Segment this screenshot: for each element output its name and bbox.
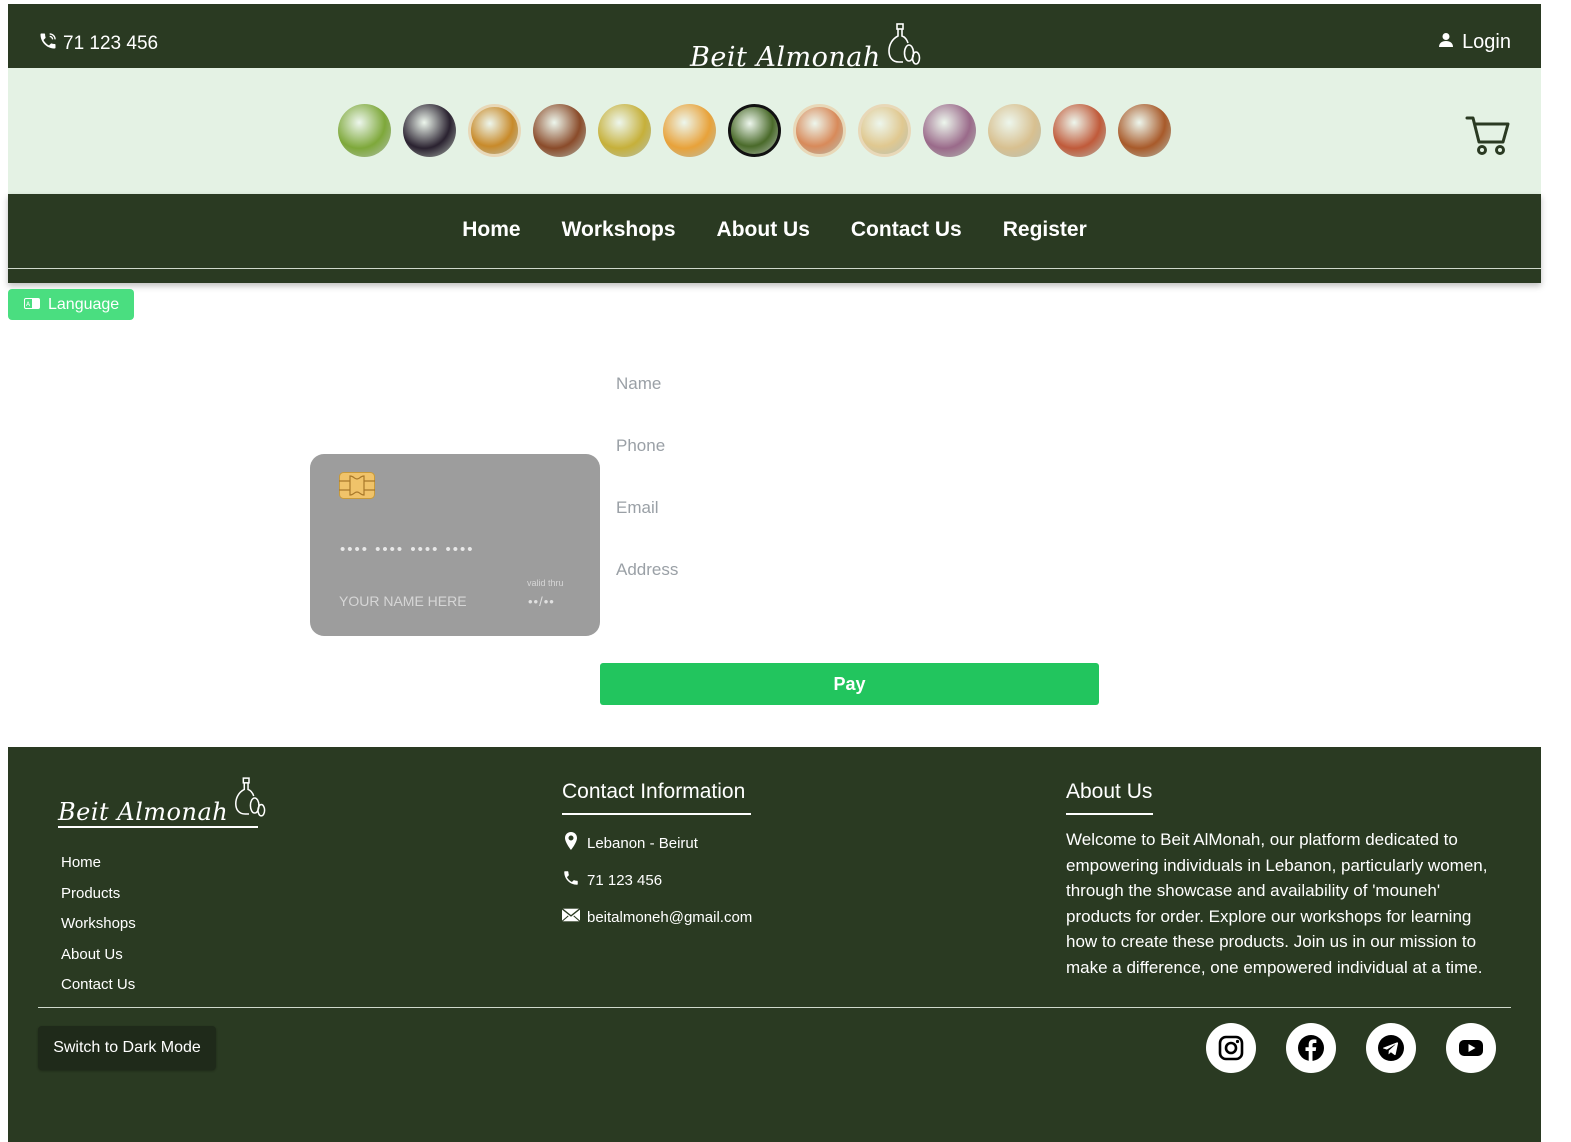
instagram-icon[interactable] (1206, 1023, 1256, 1073)
top-bar: 71 123 456 Beit Almonah Login (8, 4, 1541, 71)
spice-jars-icon[interactable] (1053, 104, 1106, 157)
svg-text:A: A (26, 301, 31, 308)
language-button[interactable]: A Language (8, 289, 134, 320)
nav-home[interactable]: Home (462, 218, 520, 242)
header-phone-number: 71 123 456 (63, 33, 159, 54)
jam-jar-icon[interactable] (923, 104, 976, 157)
login-button[interactable]: Login (1438, 31, 1511, 54)
card-chip-icon (339, 472, 375, 499)
cinnamon-icon[interactable] (533, 104, 586, 157)
language-label: Language (48, 295, 120, 313)
logo-text: Beit Almonah (690, 42, 881, 73)
footer-link-about-us[interactable]: About Us (61, 946, 136, 965)
user-icon (1438, 31, 1454, 54)
envelope-icon (561, 906, 581, 928)
nav-divider (8, 268, 1541, 269)
contact-info-heading: Contact Information (562, 780, 746, 803)
credit-card-preview: •••• •••• •••• •••• YOUR NAME HERE valid… (310, 454, 600, 636)
salad-icon[interactable] (793, 104, 846, 157)
nav-about-us[interactable]: About Us (717, 218, 810, 242)
cart-icon[interactable] (1465, 114, 1511, 156)
footer-link-workshops[interactable]: Workshops (61, 915, 136, 934)
honey-icon[interactable] (663, 104, 716, 157)
login-label: Login (1462, 31, 1511, 53)
footer-link-contact-us[interactable]: Contact Us (61, 976, 136, 995)
olive-oil-icon[interactable] (598, 104, 651, 157)
footer-location-text: Lebanon - Beirut (587, 834, 698, 852)
about-heading-underline (1066, 813, 1153, 815)
address-field[interactable] (609, 552, 1099, 588)
about-us-text: Welcome to Beit AlMonah, our platform de… (1066, 830, 1488, 977)
footer-phone: 71 123 456 (562, 869, 662, 891)
hummus-icon[interactable] (468, 104, 521, 157)
product-category-strip (8, 68, 1541, 194)
footer-logo-underline (58, 826, 258, 828)
dark-mode-toggle[interactable]: Switch to Dark Mode (38, 1026, 216, 1070)
nav-workshops[interactable]: Workshops (562, 218, 676, 242)
youtube-icon[interactable] (1446, 1023, 1496, 1073)
footer-link-products[interactable]: Products (61, 885, 136, 904)
card-valid-label: valid thru (527, 578, 564, 588)
footer-location: Lebanon - Beirut (562, 832, 698, 854)
oil-bottle-icon (232, 775, 266, 824)
site-logo[interactable]: Beit Almonah (690, 22, 921, 71)
footer-email-text: beitalmoneh@gmail.com (587, 908, 753, 926)
translate-icon: A (24, 296, 40, 314)
facebook-icon[interactable] (1286, 1023, 1336, 1073)
phone-field[interactable] (609, 428, 1099, 464)
phone-icon (562, 869, 580, 891)
footer-link-home[interactable]: Home (61, 854, 136, 873)
pay-button[interactable]: Pay (600, 663, 1099, 705)
footer: Beit Almonah Home Products Workshops Abo… (8, 747, 1541, 1142)
nav-register[interactable]: Register (1003, 218, 1087, 242)
bread-icon[interactable] (988, 104, 1041, 157)
name-field[interactable] (609, 366, 1099, 402)
telegram-icon[interactable] (1366, 1023, 1416, 1073)
header-phone: 71 123 456 (38, 31, 158, 57)
dish-icon[interactable] (858, 104, 911, 157)
oil-bottle-icon (885, 22, 921, 71)
olives-icon[interactable] (338, 104, 391, 157)
footer-links: Home Products Workshops About Us Contact… (61, 854, 136, 995)
footer-logo-text: Beit Almonah (58, 798, 229, 826)
about-us-heading: About Us (1066, 780, 1153, 803)
email-field[interactable] (609, 490, 1099, 526)
card-number: •••• •••• •••• •••• (340, 541, 475, 558)
location-pin-icon (562, 832, 580, 854)
blackberries-icon[interactable] (403, 104, 456, 157)
card-expiry: ••/•• (528, 594, 555, 609)
footer-phone-text: 71 123 456 (587, 871, 663, 889)
main-nav: Home Workshops About Us Contact Us Regis… (8, 194, 1541, 283)
footer-divider (38, 1007, 1511, 1008)
card-holder-name: YOUR NAME HERE (339, 593, 467, 609)
footer-logo[interactable]: Beit Almonah (58, 775, 266, 824)
falafel-icon[interactable] (1118, 104, 1171, 157)
product-icons-row (338, 104, 1171, 157)
nav-contact-us[interactable]: Contact Us (851, 218, 962, 242)
contact-heading-underline (562, 813, 751, 815)
stuffed-leaves-icon[interactable] (728, 104, 781, 157)
phone-icon (38, 31, 58, 57)
footer-email[interactable]: beitalmoneh@gmail.com (561, 906, 753, 928)
